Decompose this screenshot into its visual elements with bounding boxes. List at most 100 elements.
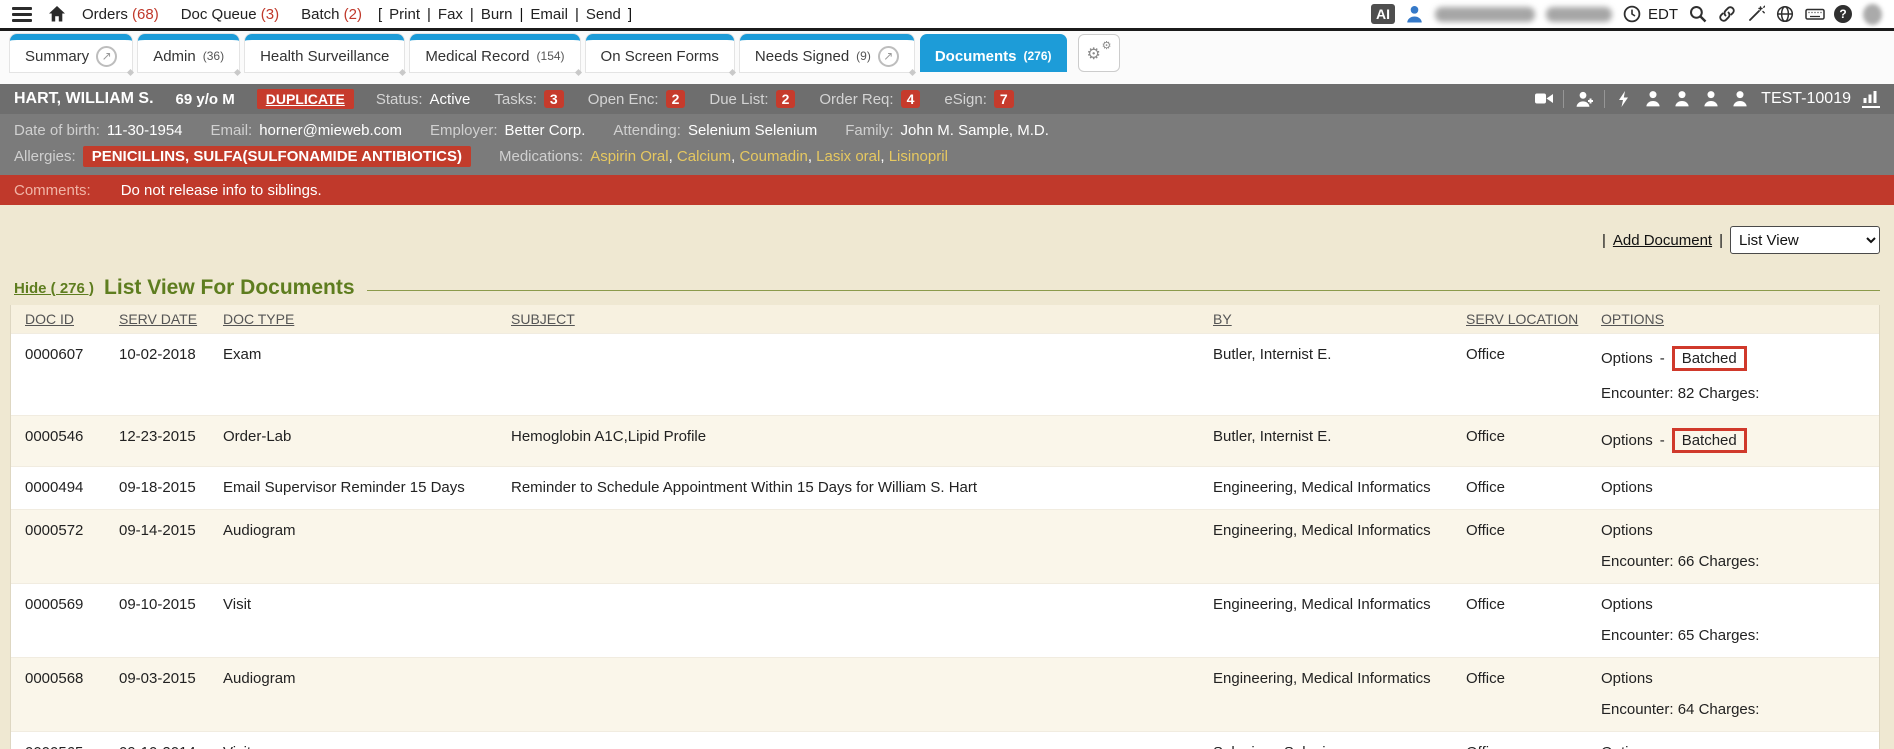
add-person-icon[interactable] xyxy=(1575,90,1593,108)
ai-badge[interactable]: AI xyxy=(1371,4,1395,24)
person-icon-1[interactable] xyxy=(1645,90,1663,108)
options-link[interactable]: Options xyxy=(1601,479,1653,496)
stat-badge[interactable]: 4 xyxy=(901,90,921,108)
tab-summary[interactable]: Summary↗ xyxy=(10,34,132,72)
tab-on-screen-forms[interactable]: On Screen Forms xyxy=(586,34,734,72)
action-send[interactable]: Send xyxy=(586,6,621,23)
column-header-doc-type[interactable]: DOC TYPE xyxy=(223,311,511,327)
lightning-icon[interactable] xyxy=(1616,90,1634,108)
demographics: Date of birth:11-30-1954Email:horner@mie… xyxy=(0,114,1894,175)
cell-doc-id[interactable]: 0000568 xyxy=(25,670,119,687)
cell-doc-id[interactable]: 0000565 xyxy=(25,744,119,749)
person-icon-2[interactable] xyxy=(1674,90,1692,108)
column-header-serv-date[interactable]: SERV DATE xyxy=(119,311,223,327)
allergies-badge[interactable]: PENICILLINS, SULFA(SULFONAMIDE ANTIBIOTI… xyxy=(83,146,471,167)
action-print[interactable]: Print xyxy=(389,6,420,23)
stat-badge[interactable]: 2 xyxy=(776,90,796,108)
action-fax[interactable]: Fax xyxy=(438,6,463,23)
options-link[interactable]: Options xyxy=(1601,596,1653,613)
stat-due-list: Due List:2 xyxy=(709,90,795,108)
bar-chart-icon[interactable] xyxy=(1862,90,1880,108)
keyboard-icon[interactable] xyxy=(1805,5,1823,23)
action-burn[interactable]: Burn xyxy=(481,6,513,23)
cell-doc-id[interactable]: 0000569 xyxy=(25,596,119,613)
menu-icon[interactable] xyxy=(12,7,32,22)
stat-badge[interactable]: 3 xyxy=(544,90,564,108)
tab-medical-record[interactable]: Medical Record(154) xyxy=(410,34,579,72)
popout-icon[interactable]: ↗ xyxy=(96,46,117,67)
column-header-serv-location[interactable]: SERV LOCATION xyxy=(1466,311,1601,327)
globe-icon[interactable] xyxy=(1776,5,1794,23)
bracket-open: [ xyxy=(378,6,382,23)
encounter-link[interactable]: Encounter: 64 Charges: xyxy=(1601,701,1869,718)
tab-documents[interactable]: Documents(276) xyxy=(920,34,1067,72)
table-body: 000060710-02-2018ExamButler, Internist E… xyxy=(11,333,1879,749)
field-family: Family:John M. Sample, M.D. xyxy=(845,122,1049,139)
tab-count: (9) xyxy=(856,49,871,63)
hide-link[interactable]: Hide ( 276 ) xyxy=(14,280,94,297)
person-icon-4[interactable] xyxy=(1732,90,1750,108)
cell-doc-id[interactable]: 0000494 xyxy=(25,479,119,496)
link-icon[interactable] xyxy=(1718,5,1736,23)
menu-item-batch[interactable]: Batch (2) xyxy=(301,6,362,23)
options-link[interactable]: Options xyxy=(1601,744,1653,749)
wand-icon[interactable] xyxy=(1747,5,1765,23)
chart-settings-button[interactable]: ⚙ ⚙ xyxy=(1078,34,1120,72)
page-title: List View For Documents xyxy=(104,276,355,300)
cell-doc-type: Visit xyxy=(223,596,511,613)
stat-badge[interactable]: 7 xyxy=(994,90,1014,108)
cell-doc-id[interactable]: 0000572 xyxy=(25,522,119,539)
cell-doc-id[interactable]: 0000546 xyxy=(25,428,119,445)
medication-link[interactable]: Lasix oral xyxy=(816,148,880,165)
home-icon[interactable] xyxy=(48,5,66,23)
options-link[interactable]: Options xyxy=(1601,350,1653,367)
column-header-by[interactable]: BY xyxy=(1213,311,1466,327)
popout-icon[interactable]: ↗ xyxy=(878,46,899,67)
clock-icon[interactable] xyxy=(1623,5,1641,23)
encounter-link[interactable]: Encounter: 82 Charges: xyxy=(1601,385,1869,402)
field-label: Family: xyxy=(845,122,893,139)
cell-doc-type: Order-Lab xyxy=(223,428,511,445)
options-link[interactable]: Options xyxy=(1601,432,1653,449)
medication-link[interactable]: Coumadin xyxy=(739,148,807,165)
search-icon[interactable] xyxy=(1689,5,1707,23)
column-header-options[interactable]: OPTIONS xyxy=(1601,311,1879,327)
encounter-link[interactable]: Encounter: 66 Charges: xyxy=(1601,553,1869,570)
add-document-link[interactable]: Add Document xyxy=(1613,232,1712,249)
separator: , xyxy=(880,148,888,165)
cell-serv-location: Office xyxy=(1466,428,1601,445)
stat-label: Status: xyxy=(376,91,423,108)
field-label: Attending: xyxy=(613,122,681,139)
column-header-doc-id[interactable]: DOC ID xyxy=(25,311,119,327)
column-header-subject[interactable]: SUBJECT xyxy=(511,311,1213,327)
medication-link[interactable]: Aspirin Oral xyxy=(590,148,668,165)
tab-admin[interactable]: Admin(36) xyxy=(138,34,239,72)
field-value: horner@mieweb.com xyxy=(259,122,402,139)
options-link[interactable]: Options xyxy=(1601,522,1653,539)
avatar[interactable] xyxy=(1863,4,1882,25)
tab-needs-signed[interactable]: Needs Signed(9)↗ xyxy=(740,34,914,72)
stat-badge[interactable]: 2 xyxy=(666,90,686,108)
person-icon-3[interactable] xyxy=(1703,90,1721,108)
medication-link[interactable]: Calcium xyxy=(677,148,731,165)
video-camera-icon[interactable] xyxy=(1534,90,1552,108)
duplicate-badge[interactable]: DUPLICATE xyxy=(257,89,354,109)
tab-health-surveillance[interactable]: Health Surveillance xyxy=(245,34,404,72)
user-icon[interactable] xyxy=(1406,5,1424,23)
medication-link[interactable]: Lisinopril xyxy=(889,148,948,165)
field-label: Employer: xyxy=(430,122,498,139)
cell-serv-location: Office xyxy=(1466,522,1601,539)
view-select[interactable]: List View xyxy=(1730,226,1880,254)
separator: | xyxy=(1719,232,1723,249)
help-icon[interactable]: ? xyxy=(1834,5,1852,23)
batched-flag: Batched xyxy=(1672,428,1747,453)
menu-item-orders[interactable]: Orders (68) xyxy=(82,6,159,23)
encounter-link[interactable]: Encounter: 65 Charges: xyxy=(1601,627,1869,644)
stat-order-req: Order Req:4 xyxy=(819,90,920,108)
options-link[interactable]: Options xyxy=(1601,670,1653,687)
action-email[interactable]: Email xyxy=(530,6,568,23)
allergies-field: Allergies: PENICILLINS, SULFA(SULFONAMID… xyxy=(14,146,471,167)
menu-item-doc-queue[interactable]: Doc Queue (3) xyxy=(181,6,279,23)
tab-label: Admin xyxy=(153,48,196,65)
cell-doc-id[interactable]: 0000607 xyxy=(25,346,119,363)
